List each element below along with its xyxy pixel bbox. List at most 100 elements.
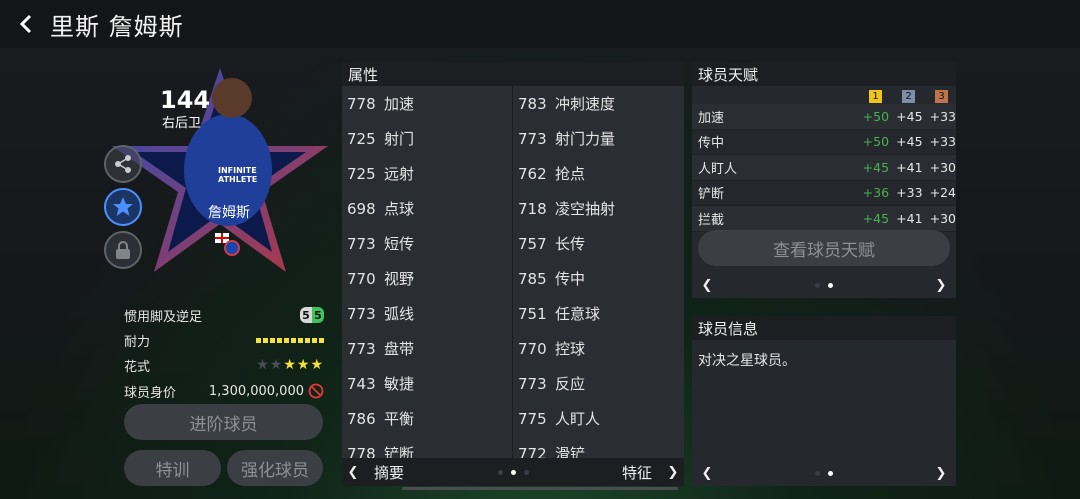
attribute-name: 点球 (384, 200, 415, 218)
talent-rank-header: 1 2 3 (692, 88, 956, 104)
attribute-cell: 775 人盯人 (513, 401, 684, 436)
card-sponsor-text: INFINITE ATHLETE (218, 166, 258, 184)
attributes-title: 属性 (342, 62, 684, 86)
favorite-button[interactable] (104, 188, 142, 226)
attribute-value: 770 (518, 339, 547, 358)
attribute-value: 751 (518, 304, 547, 323)
value-row: 球员身价 1,300,000,000 (124, 380, 324, 402)
talent-bonus-rank-1: +36 (862, 185, 890, 201)
attribute-value: 762 (518, 164, 547, 183)
attribute-cell: 725 远射 (342, 156, 513, 191)
attributes-list[interactable]: 778 加速 783 冲刺速度 725 射门 773 射门力量 725 远射 762 抢点 698 点球 7… (342, 86, 684, 480)
advance-player-button[interactable]: 进阶球员 (124, 404, 323, 440)
no-trade-icon (308, 383, 324, 399)
talent-bonus-rank-2: +33 (896, 185, 923, 201)
talents-panel: 球员天赋 1 2 3 加速 +50 +45 +33 传中 +50 +45 +33 人盯人 +45 +… (692, 62, 956, 298)
attribute-name: 人盯人 (555, 410, 601, 428)
attribute-cell: 770 视野 (342, 261, 513, 296)
attribute-value: 743 (347, 374, 376, 393)
talents-title: 球员天赋 (692, 62, 956, 86)
talent-bonus-rank-2: +41 (896, 210, 923, 226)
attribute-value: 725 (347, 164, 376, 183)
attribute-cell: 785 传中 (513, 261, 684, 296)
star-icon (113, 197, 133, 216)
talent-bonus-rank-2: +45 (896, 134, 923, 150)
talent-row: 拦截 +45 +41 +30 (692, 206, 956, 232)
attribute-name: 长传 (555, 235, 586, 253)
attribute-name: 抢点 (555, 165, 586, 183)
card-rating: 144 (160, 86, 211, 114)
attribute-value: 773 (347, 234, 376, 253)
attribute-name: 盘带 (384, 340, 415, 358)
attribute-row: 725 远射 762 抢点 (342, 156, 684, 191)
talents-pager: ❮ ❯ (692, 272, 956, 298)
attributes-pager: ❮ 摘要 特征 ❯ (342, 458, 684, 486)
talent-bonus-rank-1: +45 (862, 210, 890, 226)
attribute-name: 远射 (384, 165, 415, 183)
attribute-row: 698 点球 718 凌空抽射 (342, 191, 684, 226)
attribute-value: 773 (347, 339, 376, 358)
attribute-value: 725 (347, 129, 376, 148)
stamina-label: 耐力 (124, 334, 151, 350)
attributes-panel: 属性 778 加速 783 冲刺速度 725 射门 773 射门力量 725 远射 762 抢点 698… (342, 62, 684, 486)
player-info-pager: ❮ ❯ (692, 460, 956, 486)
back-button[interactable] (6, 0, 46, 48)
attribute-name: 冲刺速度 (555, 95, 616, 113)
share-button[interactable] (104, 145, 142, 183)
talent-bonus-rank-3: +30 (929, 159, 957, 175)
lock-button[interactable] (104, 231, 142, 269)
attribute-cell: 757 长传 (513, 226, 684, 261)
talent-label: 加速 (698, 110, 725, 126)
attribute-row: 773 短传 757 长传 (342, 226, 684, 261)
attribute-cell: 773 盘带 (342, 331, 513, 366)
talent-bonus-rank-1: +50 (862, 134, 890, 150)
attribute-cell: 773 反应 (513, 366, 684, 401)
chevron-left-icon[interactable]: ❮ (342, 465, 364, 480)
value-amount: 1,300,000,000 (208, 383, 304, 399)
stamina-bar (256, 337, 324, 343)
attribute-name: 加速 (384, 95, 415, 113)
skill-label: 花式 (124, 359, 151, 375)
rank-3-badge: 3 (935, 89, 948, 103)
attribute-name: 控球 (555, 340, 586, 358)
attribute-value: 775 (518, 409, 547, 428)
attribute-cell: 773 弧线 (342, 296, 513, 331)
player-info-title: 球员信息 (692, 316, 956, 340)
talent-row: 铲断 +36 +33 +24 (692, 180, 956, 206)
chevron-left-icon[interactable]: ❮ (692, 466, 722, 481)
talent-label: 传中 (698, 136, 725, 152)
talent-row: 传中 +50 +45 +33 (692, 129, 956, 155)
pager-prev-label[interactable]: 摘要 (374, 462, 404, 483)
attribute-cell: 778 加速 (342, 86, 513, 121)
view-talents-button[interactable]: 查看球员天赋 (698, 230, 950, 266)
talent-label: 人盯人 (698, 161, 738, 177)
attribute-name: 平衡 (384, 410, 415, 428)
page-title: 里斯 詹姆斯 (50, 12, 184, 41)
chevron-right-icon[interactable]: ❯ (926, 278, 956, 293)
attribute-cell: 773 短传 (342, 226, 513, 261)
attribute-value: 785 (518, 269, 547, 288)
attribute-value: 773 (518, 129, 547, 148)
rank-2-badge: 2 (902, 89, 915, 103)
lock-icon (116, 241, 130, 259)
attribute-name: 传中 (555, 270, 586, 288)
attribute-name: 视野 (384, 270, 415, 288)
chevron-left-icon[interactable]: ❮ (692, 278, 722, 293)
talent-label: 铲断 (698, 187, 725, 203)
page-dots (722, 470, 926, 476)
page-dots (404, 469, 622, 475)
attribute-cell: 773 射门力量 (513, 121, 684, 156)
attribute-cell: 718 凌空抽射 (513, 191, 684, 226)
pager-next-label[interactable]: 特征 (622, 462, 652, 483)
chevron-right-icon[interactable]: ❯ (662, 465, 684, 480)
chevron-right-icon[interactable]: ❯ (926, 466, 956, 481)
talent-row: 人盯人 +45 +41 +30 (692, 155, 956, 181)
stamina-row: 耐力 (124, 329, 324, 351)
enhance-player-button[interactable]: 强化球员 (227, 450, 323, 486)
attribute-name: 射门力量 (555, 130, 616, 148)
train-button[interactable]: 特训 (124, 450, 221, 486)
talent-bonus-rank-3: +33 (929, 108, 957, 124)
attribute-name: 反应 (555, 375, 586, 393)
attribute-row: 725 射门 773 射门力量 (342, 121, 684, 156)
attribute-value: 773 (518, 374, 547, 393)
